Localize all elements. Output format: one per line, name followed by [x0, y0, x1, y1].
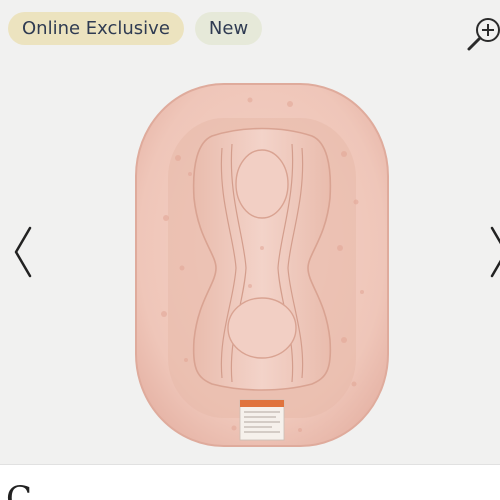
previous-image-button[interactable]: [8, 222, 38, 282]
zoom-button[interactable]: [466, 14, 500, 54]
badge-online-exclusive: Online Exclusive: [8, 12, 184, 45]
product-title: C: [6, 479, 33, 500]
product-image-gallery: Online Exclusive New: [0, 0, 500, 464]
product-details-section: [0, 464, 500, 500]
product-image[interactable]: [130, 78, 394, 450]
zoom-in-icon: [467, 18, 500, 51]
badge-new: New: [194, 12, 263, 45]
badge-row: Online Exclusive New: [8, 12, 263, 45]
chevron-right-icon: [490, 226, 500, 278]
next-image-button[interactable]: [484, 222, 500, 282]
chevron-left-icon: [14, 226, 32, 278]
